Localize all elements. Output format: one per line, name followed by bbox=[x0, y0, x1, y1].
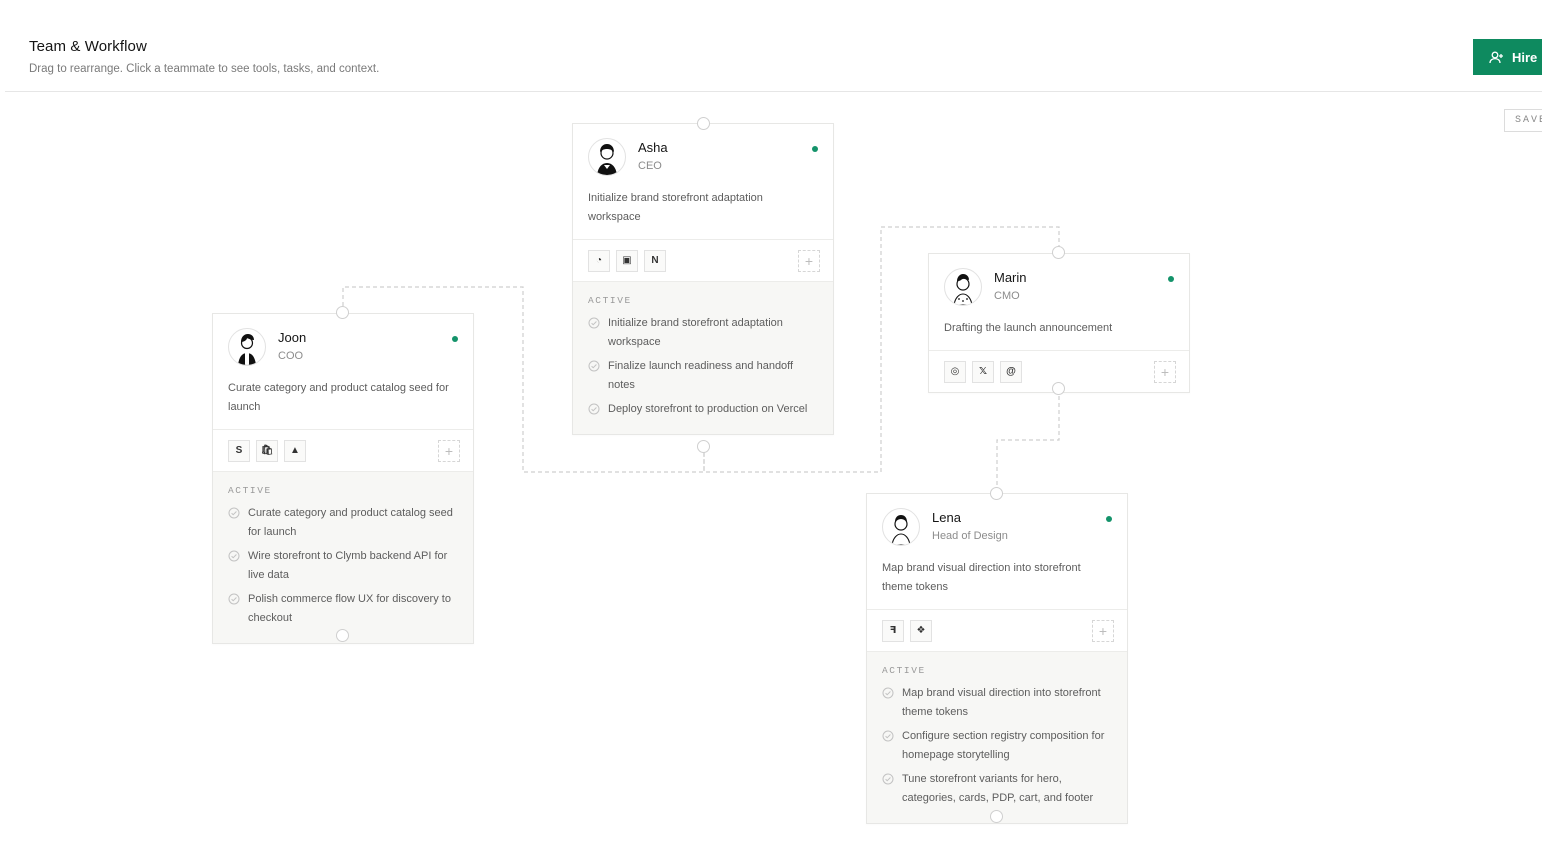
active-task-text: Initialize brand storefront adaptation w… bbox=[608, 317, 783, 348]
check-circle-icon bbox=[588, 317, 600, 329]
teammate-card-lena[interactable]: Lena Head of Design Map brand visual dir… bbox=[866, 493, 1128, 824]
list-item: Wire storefront to Clymb backend API for… bbox=[228, 547, 458, 585]
teammate-card-asha[interactable]: Asha CEO Initialize brand storefront ada… bbox=[572, 123, 834, 435]
teammate-role: CEO bbox=[638, 160, 662, 172]
threads-icon[interactable]: @ bbox=[1000, 360, 1022, 383]
check-circle-icon bbox=[228, 593, 240, 605]
active-task-text: Deploy storefront to production on Verce… bbox=[608, 403, 808, 415]
teammate-role: CMO bbox=[994, 290, 1020, 302]
active-tasks-section: ACTIVE Map brand visual direction into s… bbox=[867, 651, 1127, 823]
lena-avatar-icon bbox=[891, 515, 911, 545]
active-task-text: Finalize launch readiness and handoff no… bbox=[608, 360, 794, 391]
calendar-icon[interactable]: ▣ bbox=[616, 249, 638, 272]
status-online-dot bbox=[1168, 276, 1174, 282]
connector-port-marin-top[interactable] bbox=[1052, 246, 1065, 259]
add-user-icon bbox=[1489, 51, 1503, 63]
connector-marin-lena bbox=[996, 389, 1060, 493]
status-online-dot bbox=[1106, 516, 1112, 522]
teammate-name: Asha bbox=[638, 140, 668, 155]
check-circle-icon bbox=[882, 773, 894, 785]
list-item: Initialize brand storefront adaptation w… bbox=[588, 314, 818, 352]
google-drive-icon[interactable]: ▲ bbox=[284, 439, 306, 462]
current-task: Drafting the launch announcement bbox=[944, 322, 1113, 334]
save-button[interactable]: SAVE bbox=[1504, 109, 1542, 132]
tools-row: ꟻ ❖ + bbox=[867, 609, 1127, 651]
avatar bbox=[882, 508, 920, 546]
notion-icon[interactable]: N bbox=[644, 249, 666, 272]
check-circle-icon bbox=[228, 550, 240, 562]
avatar bbox=[944, 268, 982, 306]
teammate-card-joon[interactable]: Joon COO Curate category and product cat… bbox=[212, 313, 474, 644]
check-circle-icon bbox=[228, 507, 240, 519]
page-title: Team & Workflow bbox=[29, 38, 147, 55]
teammate-name: Marin bbox=[994, 270, 1027, 285]
active-label: ACTIVE bbox=[882, 665, 926, 676]
current-task: Map brand visual direction into storefro… bbox=[882, 562, 1081, 593]
add-tool-button[interactable]: + bbox=[1154, 361, 1176, 383]
status-online-dot bbox=[452, 336, 458, 342]
page-header: Team & Workflow Drag to rearrange. Click… bbox=[0, 0, 1542, 92]
figma-icon[interactable]: ꟻ bbox=[882, 619, 904, 642]
teammate-name: Lena bbox=[932, 510, 961, 525]
active-label: ACTIVE bbox=[228, 485, 272, 496]
check-circle-icon bbox=[882, 730, 894, 742]
active-tasks-section: ACTIVE Initialize brand storefront adapt… bbox=[573, 281, 833, 434]
tools-row: ◔ ▣ N + bbox=[573, 239, 833, 281]
hire-button[interactable]: Hire bbox=[1473, 39, 1542, 75]
asha-avatar-icon bbox=[597, 144, 617, 175]
list-item: Map brand visual direction into storefro… bbox=[882, 684, 1112, 722]
dropbox-icon[interactable]: ❖ bbox=[910, 619, 932, 642]
header-divider bbox=[5, 91, 1542, 92]
check-circle-icon bbox=[588, 403, 600, 415]
connector-port-asha-top[interactable] bbox=[697, 117, 710, 130]
active-tasks-section: ACTIVE Curate category and product catal… bbox=[213, 471, 473, 643]
teammate-name: Joon bbox=[278, 330, 307, 345]
list-item: Finalize launch readiness and handoff no… bbox=[588, 357, 818, 395]
current-task: Curate category and product catalog seed… bbox=[228, 382, 449, 413]
instagram-icon[interactable]: ◎ bbox=[944, 360, 966, 383]
teammate-role: Head of Design bbox=[932, 530, 1008, 542]
connector-port-joon-bottom[interactable] bbox=[336, 629, 349, 642]
page-subtitle: Drag to rearrange. Click a teammate to s… bbox=[29, 63, 380, 75]
stripe-icon[interactable]: S bbox=[228, 439, 250, 462]
tools-row: S 🛍 ▲ + bbox=[213, 429, 473, 471]
list-item: Tune storefront variants for hero, categ… bbox=[882, 770, 1112, 808]
list-item: Polish commerce flow UX for discovery to… bbox=[228, 590, 458, 628]
shopify-icon[interactable]: 🛍 bbox=[256, 439, 278, 462]
list-item: Deploy storefront to production on Verce… bbox=[588, 400, 818, 419]
active-task-text: Wire storefront to Clymb backend API for… bbox=[248, 550, 448, 581]
connector-port-lena-top[interactable] bbox=[990, 487, 1003, 500]
connector-port-joon-top[interactable] bbox=[336, 306, 349, 319]
marin-avatar-icon bbox=[953, 274, 973, 305]
avatar bbox=[588, 138, 626, 176]
avatar bbox=[228, 328, 266, 366]
linear-icon[interactable]: ◔ bbox=[588, 249, 610, 272]
active-task-text: Tune storefront variants for hero, categ… bbox=[902, 773, 1094, 804]
check-circle-icon bbox=[588, 360, 600, 372]
teammate-card-marin[interactable]: Marin CMO Drafting the launch announceme… bbox=[928, 253, 1190, 393]
active-task-text: Map brand visual direction into storefro… bbox=[902, 687, 1101, 718]
list-item: Curate category and product catalog seed… bbox=[228, 504, 458, 542]
x-icon[interactable]: 𝕏 bbox=[972, 360, 994, 383]
hire-button-label: Hire bbox=[1512, 49, 1538, 65]
status-online-dot bbox=[812, 146, 818, 152]
add-tool-button[interactable]: + bbox=[1092, 620, 1114, 642]
check-circle-icon bbox=[882, 687, 894, 699]
connector-port-marin-bottom[interactable] bbox=[1052, 382, 1065, 395]
joon-avatar-icon bbox=[238, 334, 256, 365]
current-task: Initialize brand storefront adaptation w… bbox=[588, 192, 763, 223]
active-task-text: Configure section registry composition f… bbox=[902, 730, 1105, 761]
teammate-role: COO bbox=[278, 350, 304, 362]
connector-port-lena-bottom[interactable] bbox=[990, 810, 1003, 823]
list-item: Configure section registry composition f… bbox=[882, 727, 1112, 765]
active-label: ACTIVE bbox=[588, 295, 632, 306]
add-tool-button[interactable]: + bbox=[438, 440, 460, 462]
connector-port-asha-bottom[interactable] bbox=[697, 440, 710, 453]
active-task-text: Polish commerce flow UX for discovery to… bbox=[248, 593, 451, 624]
add-tool-button[interactable]: + bbox=[798, 250, 820, 272]
active-task-text: Curate category and product catalog seed… bbox=[248, 507, 453, 538]
